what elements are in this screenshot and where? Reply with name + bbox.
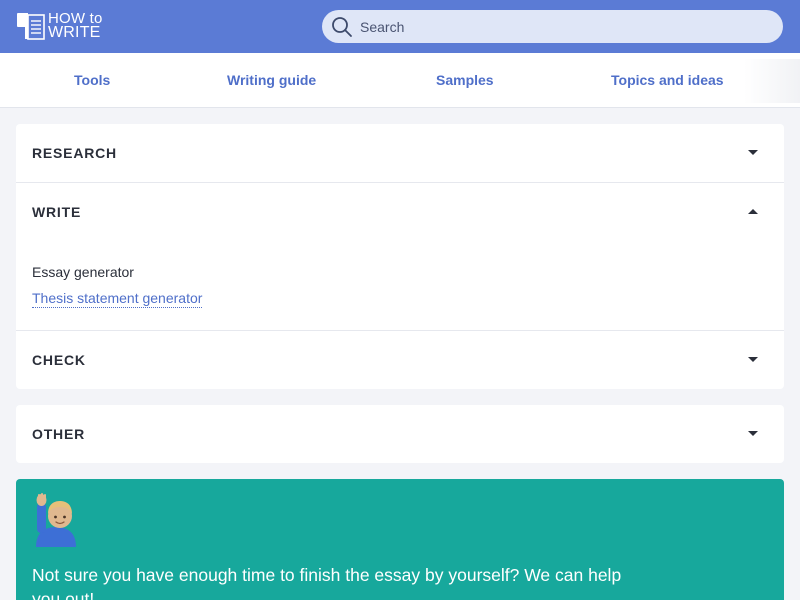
tools-accordion-card: RESEARCH WRITE Essay generator Thesis st… [16,124,784,389]
section-write-title: WRITE [32,204,82,220]
search-input[interactable] [360,18,760,35]
book-page-icon [17,13,45,40]
help-promo-banner: Not sure you have enough time to finish … [16,479,784,600]
nav-item-tools[interactable]: Tools [74,53,110,108]
caret-up-icon [748,209,758,214]
section-other-title: OTHER [32,426,85,442]
main-nav: Tools Writing guide Samples Topics and i… [0,53,800,108]
section-check-title: CHECK [32,352,86,368]
caret-down-icon [748,150,758,155]
nav-item-writing-guide[interactable]: Writing guide [227,53,316,108]
other-accordion-card: OTHER [16,405,784,463]
section-other-header[interactable]: OTHER [16,405,784,463]
section-check-header[interactable]: CHECK [16,331,784,389]
site-logo[interactable]: HOW to WRITE [16,10,103,42]
link-essay-generator[interactable]: Essay generator [32,264,134,280]
logo-wordmark: HOW to WRITE [48,11,103,41]
nav-scroll-fade [744,59,800,103]
search-bar[interactable] [322,10,783,43]
nav-item-topics-and-ideas[interactable]: Topics and ideas [611,53,724,108]
top-header: HOW to WRITE [0,0,800,53]
promo-message: Not sure you have enough time to finish … [32,565,622,600]
nav-item-samples[interactable]: Samples [436,53,494,108]
section-write-header[interactable]: WRITE [16,183,784,241]
section-research-title: RESEARCH [32,145,117,161]
logo-line2: WRITE [48,24,101,41]
caret-down-icon [748,431,758,436]
raising-hand-person-icon [36,493,76,547]
section-research-header[interactable]: RESEARCH [16,124,784,182]
search-icon[interactable] [330,15,354,39]
link-thesis-statement-generator[interactable]: Thesis statement generator [32,290,203,308]
caret-down-icon [748,357,758,362]
